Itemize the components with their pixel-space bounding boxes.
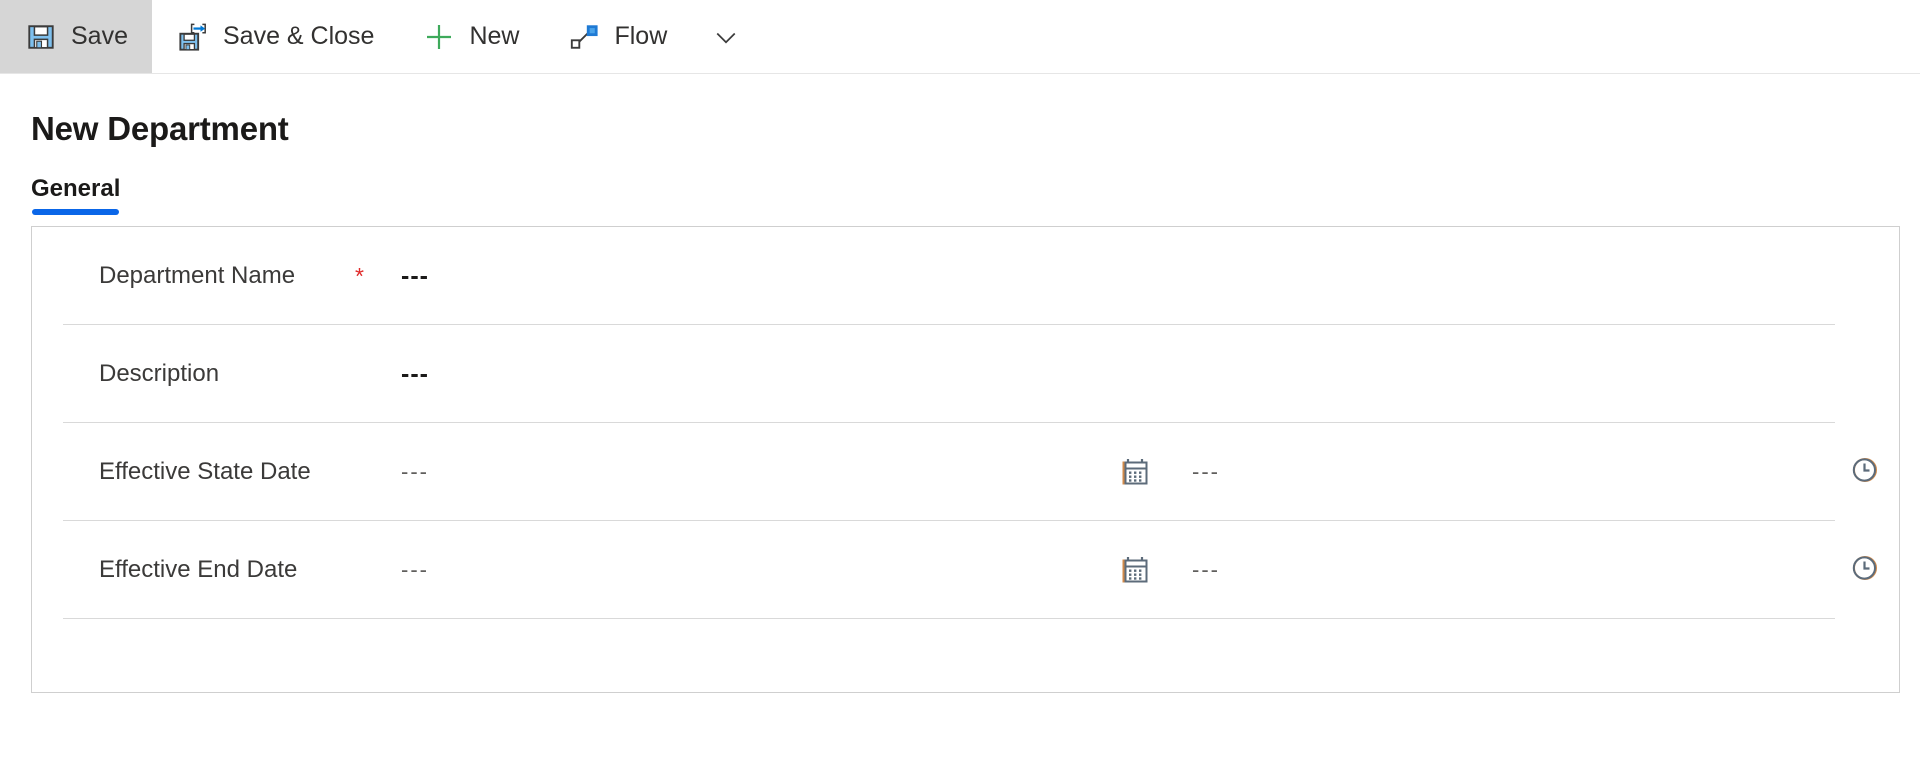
field-label-department-name: Department Name xyxy=(99,262,296,289)
save-floppy-icon xyxy=(24,20,58,54)
tab-general[interactable]: General xyxy=(31,175,120,221)
new-button-label: New xyxy=(469,22,520,50)
clock-icon[interactable] xyxy=(1848,551,1882,585)
effective-end-time-control xyxy=(1848,551,1882,589)
field-label-effective-state-date: Effective State Date xyxy=(99,458,311,485)
general-form-card: Department Name * --- Description --- Ef… xyxy=(31,226,1900,693)
new-button[interactable]: New xyxy=(398,0,543,73)
save-button-label: Save xyxy=(71,22,128,50)
form-row-effective-state-date: Effective State Date --- --- xyxy=(32,423,1899,521)
field-value-effective-end-date[interactable]: --- xyxy=(401,557,481,583)
save-button[interactable]: Save xyxy=(0,0,152,73)
page-title: New Department xyxy=(31,110,289,147)
flow-button[interactable]: Flow xyxy=(543,0,691,73)
command-bar: Save Save & Close New Flow xyxy=(0,0,1920,74)
calendar-icon[interactable] xyxy=(1118,455,1152,489)
effective-end-date-controls: --- xyxy=(1118,553,1272,587)
save-and-close-icon xyxy=(176,20,210,54)
effective-state-date-controls: --- xyxy=(1118,455,1272,489)
clock-icon[interactable] xyxy=(1848,453,1882,487)
required-indicator-department-name: * xyxy=(355,262,364,289)
field-label-description: Description xyxy=(99,360,220,387)
field-value-department-name[interactable]: --- xyxy=(401,262,481,291)
tab-general-label: General xyxy=(31,175,121,202)
effective-state-time-control xyxy=(1848,453,1882,491)
chevron-down-icon xyxy=(709,20,743,54)
field-label-effective-end-date: Effective End Date xyxy=(99,556,298,583)
tab-active-indicator xyxy=(32,209,120,215)
flow-icon xyxy=(567,20,601,54)
form-row-effective-end-date: Effective End Date --- --- xyxy=(32,521,1899,619)
overflow-menu-button[interactable] xyxy=(691,0,761,73)
field-value-effective-state-time[interactable]: --- xyxy=(1192,459,1272,485)
save-and-close-button-label: Save & Close xyxy=(222,22,375,50)
form-row-description: Description --- xyxy=(32,325,1899,423)
flow-button-label: Flow xyxy=(614,22,668,50)
field-value-description[interactable]: --- xyxy=(401,360,481,389)
form-row-department-name: Department Name * --- xyxy=(32,227,1899,325)
save-and-close-button[interactable]: Save & Close xyxy=(152,0,398,73)
form-card-footer-space xyxy=(32,619,1899,694)
field-value-effective-end-time[interactable]: --- xyxy=(1192,557,1272,583)
tab-strip: General xyxy=(0,148,1920,221)
row-separator xyxy=(63,618,1835,619)
plus-icon xyxy=(422,20,456,54)
calendar-icon[interactable] xyxy=(1118,553,1152,587)
field-value-effective-state-date[interactable]: --- xyxy=(401,459,481,485)
